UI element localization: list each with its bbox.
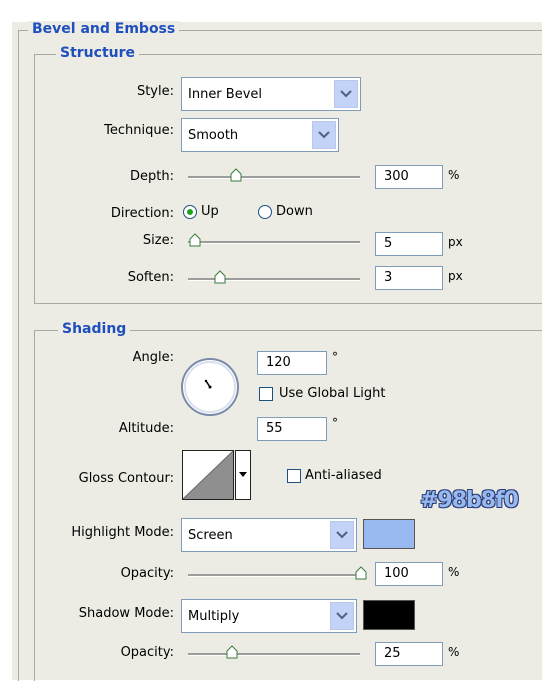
shadow-opacity-input[interactable]: 25 (375, 642, 443, 666)
section-title: Bevel and Emboss (28, 21, 180, 37)
gloss-contour-preview[interactable] (182, 450, 234, 500)
size-slider-thumb[interactable] (189, 233, 201, 247)
chevron-down-icon[interactable] (312, 121, 336, 149)
shading-title: Shading (58, 321, 131, 337)
angle-dial[interactable] (180, 357, 240, 417)
direction-down-radio[interactable] (258, 205, 272, 219)
altitude-label: Altitude: (118, 421, 174, 436)
depth-label: Depth: (130, 169, 174, 184)
angle-label: Angle: (132, 350, 174, 365)
soften-unit: px (448, 269, 463, 283)
use-global-light-label[interactable]: Use Global Light (279, 386, 385, 401)
structure-title: Structure (56, 45, 140, 61)
soften-input[interactable]: 3 (375, 266, 443, 290)
highlight-opacity-label: Opacity: (120, 566, 174, 581)
gloss-contour-label: Gloss Contour: (78, 471, 174, 486)
shadow-mode-select[interactable]: Multiply (181, 599, 357, 633)
shadow-mode-label: Shadow Mode: (78, 606, 174, 621)
highlight-opacity-slider-track[interactable] (188, 574, 360, 577)
technique-label: Technique: (104, 123, 174, 138)
depth-slider-thumb[interactable] (230, 168, 242, 182)
highlight-mode-value: Screen (188, 527, 233, 543)
hex-color-annotation: #98b8f0 (420, 488, 519, 513)
direction-up-label[interactable]: Up (201, 204, 219, 219)
depth-slider-track[interactable] (188, 176, 360, 179)
size-input[interactable]: 5 (375, 232, 443, 256)
bevel-emboss-panel: Bevel and Emboss Structure Style: Inner … (0, 0, 542, 681)
soften-label: Soften: (127, 270, 174, 285)
shadow-color-swatch[interactable] (363, 600, 415, 630)
shadow-opacity-slider-thumb[interactable] (226, 645, 238, 659)
style-value: Inner Bevel (188, 86, 263, 102)
shadow-opacity-slider-track[interactable] (188, 653, 360, 656)
altitude-unit: ° (332, 416, 338, 430)
anti-aliased-checkbox[interactable] (287, 469, 301, 483)
highlight-mode-select[interactable]: Screen (181, 518, 357, 552)
size-label: Size: (142, 233, 174, 248)
angle-input[interactable]: 120 (257, 351, 327, 375)
soften-slider-thumb[interactable] (214, 270, 226, 284)
chevron-down-icon[interactable] (330, 521, 354, 549)
highlight-opacity-input[interactable]: 100 (375, 562, 443, 586)
direction-label: Direction: (110, 206, 174, 221)
chevron-down-icon[interactable] (330, 602, 354, 630)
style-label: Style: (136, 84, 174, 99)
caret-down-icon (239, 472, 247, 477)
angle-unit: ° (332, 350, 338, 364)
style-select[interactable]: Inner Bevel (181, 77, 361, 111)
highlight-opacity-slider-thumb[interactable] (355, 566, 367, 580)
size-slider-track[interactable] (188, 241, 360, 244)
technique-select[interactable]: Smooth (181, 118, 339, 152)
shadow-opacity-label: Opacity: (120, 645, 174, 660)
gloss-contour-dropdown[interactable] (235, 450, 251, 500)
use-global-light-checkbox[interactable] (259, 387, 273, 401)
contour-curve-icon (182, 450, 234, 500)
shadow-opacity-unit: % (448, 645, 460, 659)
direction-down-label[interactable]: Down (276, 204, 313, 219)
direction-up-radio[interactable] (183, 205, 197, 219)
highlight-opacity-unit: % (448, 565, 460, 579)
shadow-mode-value: Multiply (188, 608, 240, 624)
highlight-color-swatch[interactable] (363, 519, 415, 549)
depth-unit: % (448, 168, 460, 182)
size-unit: px (448, 235, 463, 249)
altitude-input[interactable]: 55 (257, 417, 327, 441)
chevron-down-icon[interactable] (334, 80, 358, 108)
technique-value: Smooth (188, 127, 239, 143)
depth-input[interactable]: 300 (375, 165, 443, 189)
anti-aliased-label[interactable]: Anti-aliased (305, 468, 382, 483)
highlight-mode-label: Highlight Mode: (71, 525, 174, 540)
